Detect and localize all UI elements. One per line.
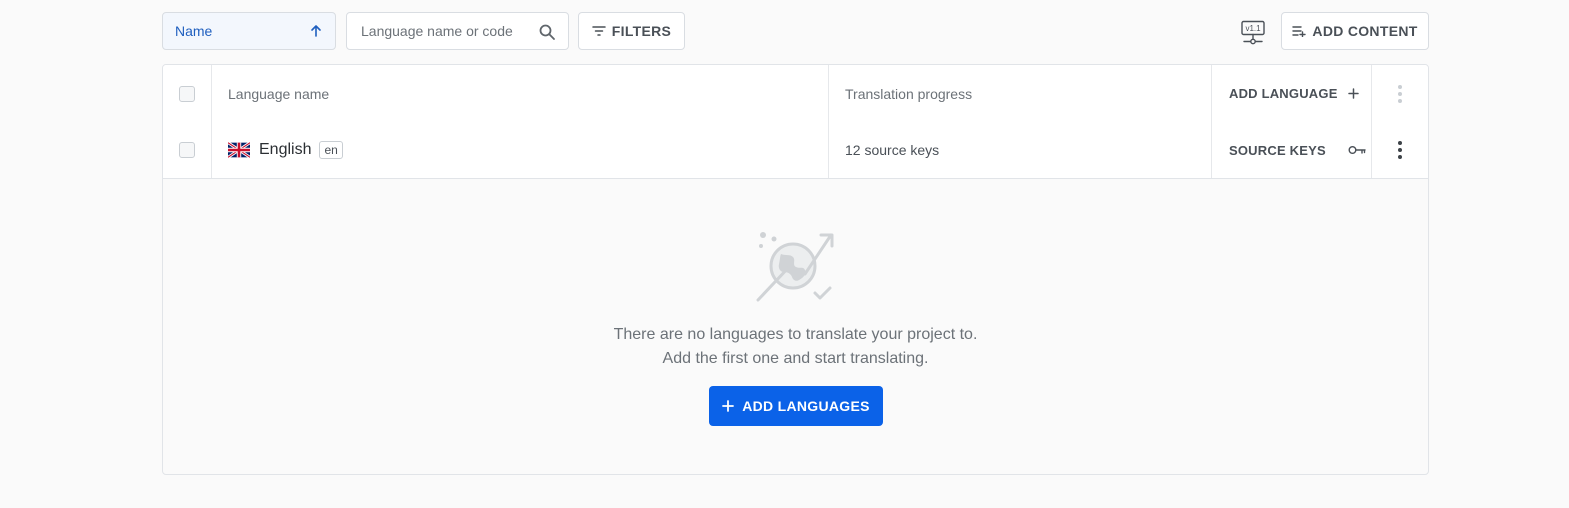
- row-checkbox[interactable]: [179, 142, 195, 158]
- sort-label: Name: [175, 23, 213, 39]
- uk-flag-icon: [228, 142, 250, 158]
- key-icon: [1348, 146, 1366, 154]
- add-language-button[interactable]: ADD LANGUAGE: [1229, 86, 1359, 101]
- languages-table: Language name Translation progress ADD L…: [162, 64, 1429, 475]
- header-menu-cell: [1372, 65, 1428, 122]
- filters-button[interactable]: FILTERS: [578, 12, 685, 50]
- empty-state-hint: Add the first one and start translating.: [662, 350, 929, 367]
- select-all-checkbox[interactable]: [179, 85, 195, 102]
- add-content-label: ADD CONTENT: [1312, 23, 1418, 39]
- row-name-cell: English en: [212, 122, 829, 178]
- header-check-cell: [163, 65, 212, 122]
- add-languages-button[interactable]: ADD LANGUAGES: [709, 386, 883, 426]
- toolbar: Name FILTERS v1.1 ADD CONTENT: [162, 12, 1429, 52]
- search-box: [346, 12, 569, 50]
- version-icon-text: v1.1: [1245, 24, 1261, 33]
- table-header: Language name Translation progress ADD L…: [163, 65, 1428, 123]
- globe-illustration-icon: [756, 232, 834, 302]
- version-icon[interactable]: v1.1: [1240, 20, 1266, 46]
- sort-select[interactable]: Name: [162, 12, 336, 50]
- language-code-badge: en: [319, 141, 343, 159]
- header-action-cell: ADD LANGUAGE: [1212, 65, 1372, 122]
- row-progress-cell: 12 source keys: [829, 122, 1212, 178]
- plus-icon: [722, 400, 735, 412]
- search-icon[interactable]: [538, 23, 556, 41]
- search-input[interactable]: [359, 22, 533, 40]
- add-languages-label: ADD LANGUAGES: [742, 398, 870, 414]
- source-keys-label: SOURCE KEYS: [1229, 142, 1326, 158]
- header-more-icon[interactable]: [1398, 84, 1402, 103]
- header-progress-cell: Translation progress: [829, 65, 1212, 122]
- header-name-cell: Language name: [212, 65, 829, 122]
- source-keys-button[interactable]: SOURCE KEYS: [1229, 143, 1366, 158]
- language-name[interactable]: English: [259, 141, 311, 159]
- translation-progress: 12 source keys: [845, 142, 940, 158]
- table-row[interactable]: English en 12 source keys SOURCE KEYS: [163, 122, 1428, 179]
- row-menu-cell: [1372, 122, 1428, 178]
- empty-state: There are no languages to translate your…: [163, 178, 1428, 474]
- arrow-up-icon: [311, 25, 321, 37]
- filter-icon: [592, 26, 606, 36]
- filters-label: FILTERS: [611, 23, 672, 39]
- plus-icon: [1347, 88, 1359, 99]
- empty-state-message: There are no languages to translate your…: [613, 326, 978, 343]
- column-header-progress: Translation progress: [845, 85, 973, 102]
- row-action-cell: SOURCE KEYS: [1212, 122, 1372, 178]
- add-language-label: ADD LANGUAGE: [1229, 86, 1338, 101]
- add-content-button[interactable]: ADD CONTENT: [1281, 12, 1429, 50]
- column-header-name: Language name: [228, 85, 330, 102]
- row-check-cell: [163, 122, 212, 178]
- row-more-icon[interactable]: [1398, 141, 1402, 159]
- add-list-icon: [1292, 26, 1307, 37]
